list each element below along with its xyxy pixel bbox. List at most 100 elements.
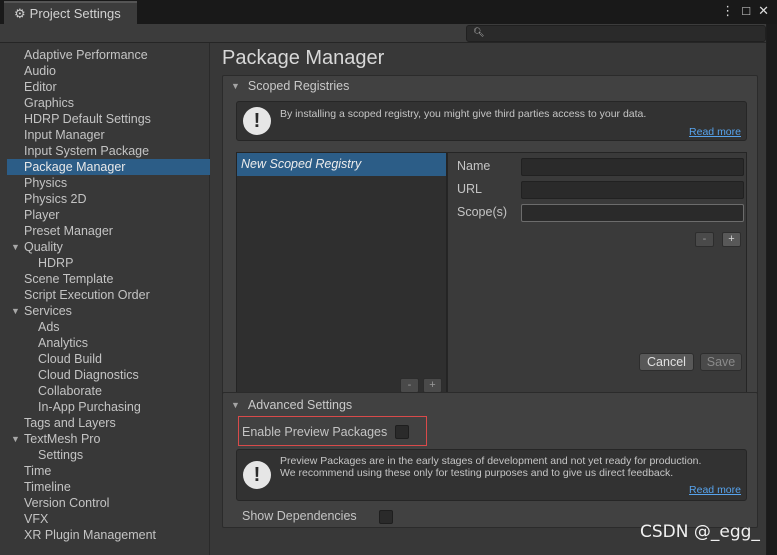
- sidebar-item-label: Services: [24, 304, 72, 318]
- sidebar-item-services[interactable]: ▼ Services: [11, 303, 72, 319]
- sidebar-item-audio[interactable]: Audio: [24, 63, 56, 79]
- sidebar-item-label: Input System Package: [24, 144, 150, 158]
- sidebar-item-hdrp-default-settings[interactable]: HDRP Default Settings: [24, 111, 151, 127]
- url-label: URL: [457, 182, 483, 196]
- sidebar-item-label: Editor: [24, 80, 57, 94]
- sidebar-item-preset-manager[interactable]: Preset Manager: [24, 223, 113, 239]
- sidebar-item-label: Physics 2D: [24, 192, 87, 206]
- sidebar-item-label: Physics: [24, 176, 68, 190]
- sidebar-item-in-app-purchasing[interactable]: In-App Purchasing: [38, 399, 141, 415]
- preview-warning-line-2: We recommend using these only for testin…: [280, 467, 674, 479]
- sidebar-item-label: Cloud Build: [38, 352, 102, 366]
- page-title: Package Manager: [222, 47, 385, 69]
- read-more-link[interactable]: Read more: [689, 484, 741, 496]
- sidebar-item-cloud-build[interactable]: Cloud Build: [38, 351, 102, 367]
- sidebar-item-graphics[interactable]: Graphics: [24, 95, 74, 111]
- sidebar-item-label: Ads: [38, 320, 60, 334]
- scoped-registry-warning: ! By installing a scoped registry, you m…: [236, 101, 747, 141]
- sidebar-item-version-control[interactable]: Version Control: [24, 495, 109, 511]
- toolbar: 🔍︎: [0, 24, 766, 43]
- sidebar-item-label: Timeline: [24, 480, 71, 494]
- maximize-icon[interactable]: □: [742, 3, 750, 19]
- sidebar-item-input-manager[interactable]: Input Manager: [24, 127, 105, 143]
- sidebar-item-label: XR Plugin Management: [24, 528, 157, 542]
- sidebar-item-label: Settings: [38, 448, 84, 462]
- project-settings-window: 🔍︎ Adaptive Performance Audio Editor Graphi…: [0, 24, 766, 555]
- settings-sidebar: Adaptive Performance Audio Editor Graphics H…: [0, 43, 210, 555]
- sidebar-item-time[interactable]: Time: [24, 463, 51, 479]
- save-button[interactable]: Save: [700, 353, 742, 371]
- sidebar-item-quality[interactable]: ▼ Quality: [11, 239, 63, 255]
- sidebar-item-label: In-App Purchasing: [38, 400, 141, 414]
- registry-list: New Scoped Registry - +: [236, 152, 447, 398]
- sidebar-item-textmesh-pro[interactable]: ▼ TextMesh Pro: [11, 431, 101, 447]
- name-label: Name: [457, 159, 491, 173]
- sidebar-item-label: TextMesh Pro: [24, 432, 101, 446]
- sidebar-item-ads[interactable]: Ads: [38, 319, 60, 335]
- enable-preview-label: Enable Preview Packages: [242, 425, 388, 439]
- sidebar-item-label: Collaborate: [38, 384, 102, 398]
- advanced-settings-title: Advanced Settings: [247, 398, 353, 412]
- sidebar-item-adaptive-performance[interactable]: Adaptive Performance: [24, 47, 148, 63]
- sidebar-item-label: Adaptive Performance: [24, 48, 148, 62]
- sidebar-item-input-system-package[interactable]: Input System Package: [24, 143, 149, 159]
- sidebar-item-xr-plugin-management[interactable]: XR Plugin Management: [24, 527, 156, 543]
- scoped-registries-foldout[interactable]: ▼ Scoped Registries: [223, 76, 757, 96]
- sidebar-item-scene-template[interactable]: Scene Template: [24, 271, 113, 287]
- sidebar-item-settings[interactable]: Settings: [38, 447, 83, 463]
- close-icon[interactable]: ✕: [758, 3, 769, 19]
- scoped-registry-warning-text: By installing a scoped registry, you mig…: [280, 108, 647, 120]
- remove-registry-button[interactable]: -: [400, 378, 419, 393]
- sidebar-item-vfx[interactable]: VFX: [24, 511, 48, 527]
- sidebar-item-label: HDRP: [38, 256, 74, 270]
- sidebar-item-script-execution-order[interactable]: Script Execution Order: [24, 287, 150, 303]
- sidebar-item-label: Preset Manager: [24, 224, 113, 238]
- enable-preview-checkbox[interactable]: [395, 425, 409, 439]
- cancel-button[interactable]: Cancel: [639, 353, 694, 371]
- sidebar-item-label: Cloud Diagnostics: [38, 368, 139, 382]
- sidebar-item-physics-2d[interactable]: Physics 2D: [24, 191, 87, 207]
- foldout-arrow-icon: ▼: [231, 400, 240, 410]
- sidebar-item-physics[interactable]: Physics: [24, 175, 67, 191]
- sidebar-item-label: Analytics: [38, 336, 89, 350]
- editor-top-strip: ⚙ Project Settings ⋮ □ ✕: [0, 0, 777, 24]
- read-more-link[interactable]: Read more: [689, 126, 741, 138]
- sidebar-item-collaborate[interactable]: Collaborate: [38, 383, 102, 399]
- sidebar-item-cloud-diagnostics[interactable]: Cloud Diagnostics: [38, 367, 139, 383]
- remove-scope-button[interactable]: -: [695, 232, 714, 247]
- add-scope-button[interactable]: +: [722, 232, 741, 247]
- show-dependencies-label: Show Dependencies: [242, 509, 357, 523]
- window-controls: ⋮ □ ✕: [721, 3, 769, 19]
- scopes-field[interactable]: [521, 204, 744, 222]
- show-dependencies-checkbox[interactable]: [379, 510, 393, 524]
- expand-arrow-icon[interactable]: ▼: [11, 239, 20, 255]
- list-item[interactable]: New Scoped Registry: [237, 153, 446, 176]
- sidebar-item-timeline[interactable]: Timeline: [24, 479, 71, 495]
- name-field[interactable]: [521, 158, 744, 176]
- expand-arrow-icon[interactable]: ▼: [11, 303, 20, 319]
- scopes-label: Scope(s): [457, 205, 508, 219]
- search-input[interactable]: 🔍︎: [466, 25, 766, 42]
- sidebar-item-package-manager[interactable]: Package Manager: [7, 159, 210, 175]
- sidebar-item-label: VFX: [24, 512, 49, 526]
- warning-icon: !: [243, 107, 271, 135]
- foldout-arrow-icon: ▼: [231, 81, 240, 91]
- sidebar-item-player[interactable]: Player: [24, 207, 59, 223]
- sidebar-item-label: Tags and Layers: [24, 416, 116, 430]
- sidebar-item-analytics[interactable]: Analytics: [38, 335, 88, 351]
- sidebar-item-label: Package Manager: [24, 160, 126, 174]
- sidebar-item-editor[interactable]: Editor: [24, 79, 57, 95]
- sidebar-item-label: Graphics: [24, 96, 75, 110]
- sidebar-item-label: Scene Template: [24, 272, 114, 286]
- url-field[interactable]: [521, 181, 744, 199]
- advanced-settings-foldout[interactable]: ▼ Advanced Settings: [223, 395, 757, 415]
- expand-arrow-icon[interactable]: ▼: [11, 431, 20, 447]
- preview-warning: ! Preview Packages are in the early stag…: [236, 449, 747, 501]
- warning-icon: !: [243, 461, 271, 489]
- project-settings-tab[interactable]: ⚙ Project Settings: [4, 1, 137, 24]
- sidebar-item-label: Audio: [24, 64, 56, 78]
- sidebar-item-hdrp[interactable]: HDRP: [38, 255, 73, 271]
- sidebar-item-tags-and-layers[interactable]: Tags and Layers: [24, 415, 116, 431]
- more-options-icon[interactable]: ⋮: [721, 3, 734, 19]
- add-registry-button[interactable]: +: [423, 378, 442, 393]
